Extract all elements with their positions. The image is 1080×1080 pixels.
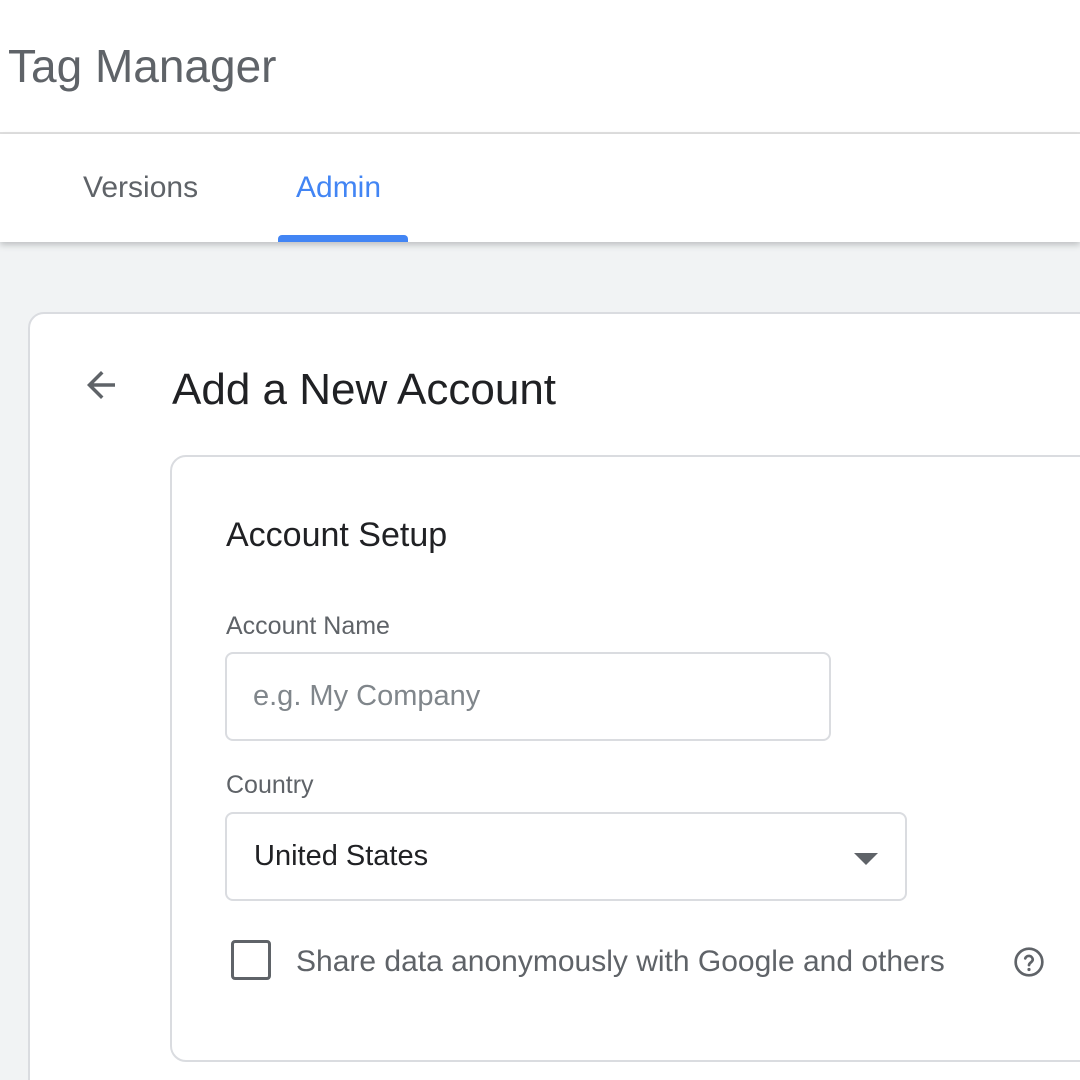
app-title: Tag Manager	[8, 40, 277, 92]
page: Tag Manager e Versions Admin Add a New A…	[0, 0, 1080, 1080]
section-title: Account Setup	[226, 516, 448, 554]
app-header: Tag Manager	[0, 0, 1080, 134]
page-title: Add a New Account	[172, 365, 557, 414]
country-select[interactable]: United States	[225, 812, 907, 901]
share-data-checkbox[interactable]	[231, 940, 271, 980]
country-label: Country	[226, 771, 314, 799]
account-name-label: Account Name	[226, 612, 390, 640]
tab-admin[interactable]: Admin	[296, 134, 381, 242]
active-tab-indicator	[278, 235, 408, 242]
arrow-left-icon[interactable]	[80, 364, 122, 406]
account-name-input[interactable]	[225, 652, 831, 741]
help-circle-icon[interactable]	[1013, 946, 1045, 978]
tab-versions[interactable]: Versions	[83, 134, 198, 242]
dropdown-arrow-icon	[854, 853, 878, 865]
country-selected-value: United States	[254, 840, 429, 872]
tab-bar: e Versions Admin	[0, 134, 1080, 242]
share-data-label[interactable]: Share data anonymously with Google and o…	[296, 942, 945, 982]
